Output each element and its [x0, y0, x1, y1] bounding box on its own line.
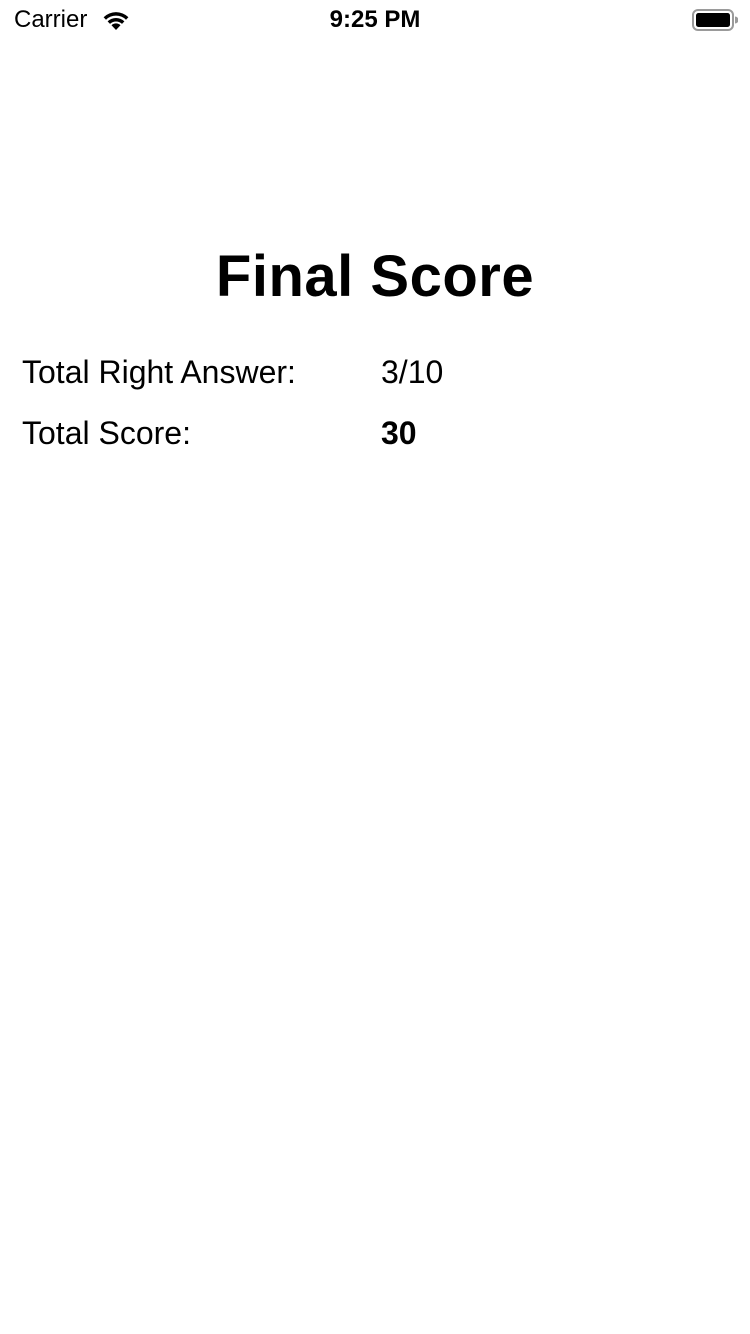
battery-icon	[692, 9, 739, 31]
page-title: Final Score	[215, 244, 535, 309]
total-score-row: Total Score: 30	[22, 413, 722, 453]
right-answers-value: 3/10	[381, 354, 444, 390]
total-score-label: Total Score:	[22, 415, 191, 451]
right-answers-row: Total Right Answer: 3/10	[22, 352, 722, 392]
status-bar: Carrier 9:25 PM	[0, 0, 750, 40]
right-answers-label: Total Right Answer:	[22, 354, 296, 390]
total-score-value: 30	[381, 415, 417, 451]
final-score-screen: Carrier 9:25 PM Final Score Total Right …	[0, 0, 750, 1334]
status-time: 9:25 PM	[329, 6, 421, 33]
